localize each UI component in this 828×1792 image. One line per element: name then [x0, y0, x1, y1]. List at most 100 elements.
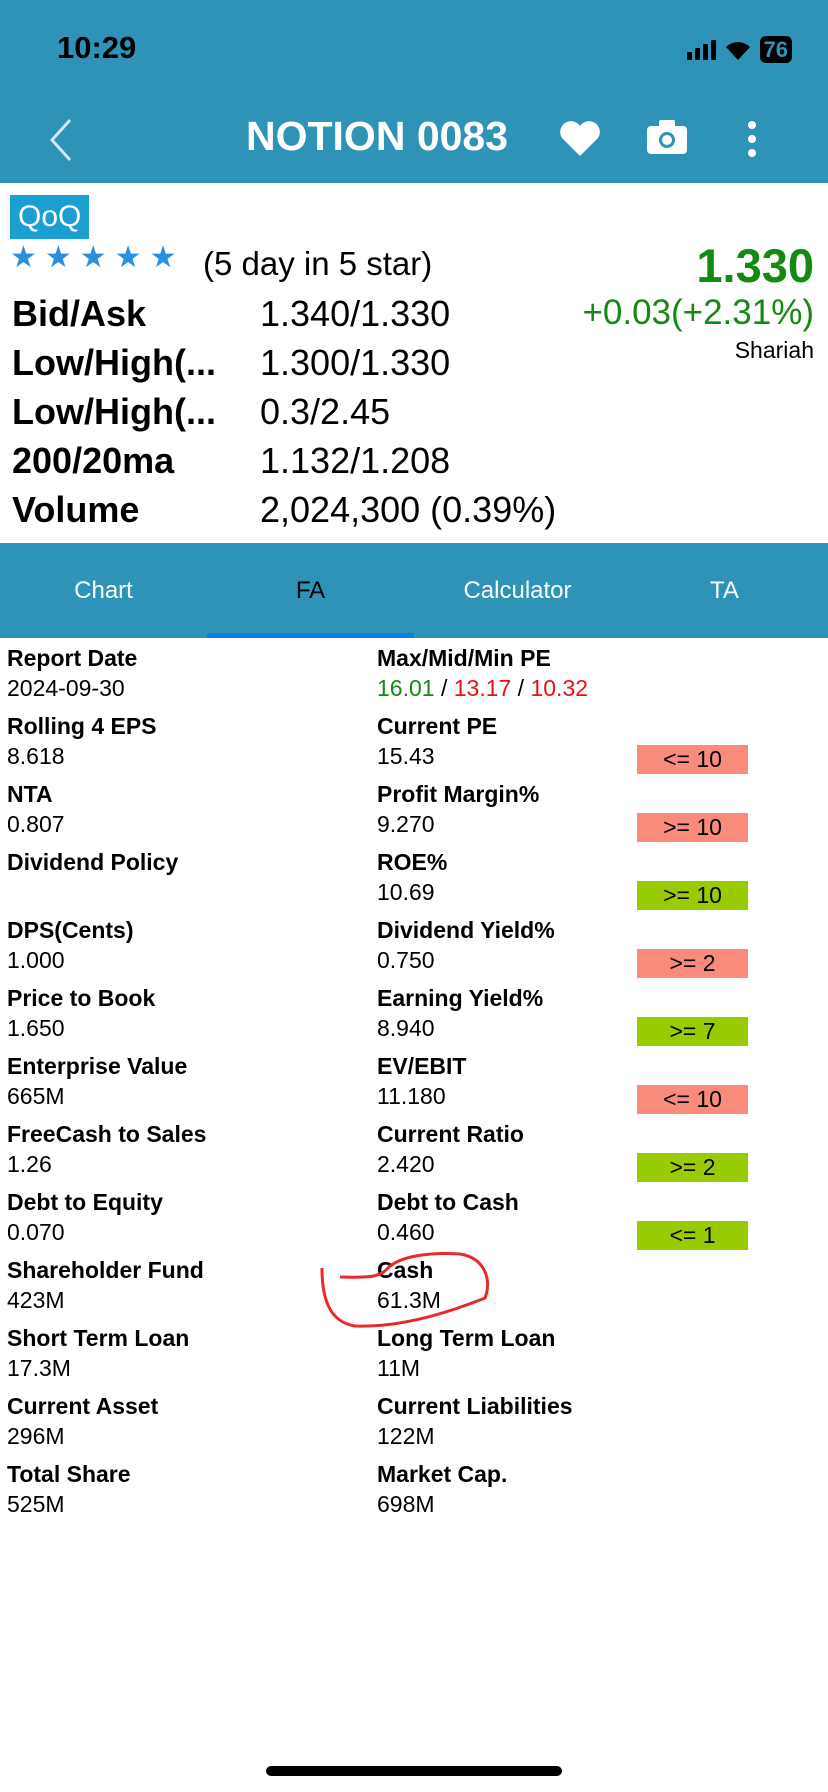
fa-value: 698M	[377, 1491, 435, 1517]
fa-cell: Debt to Equity 0.070	[7, 1189, 163, 1246]
fa-value: 17.3M	[7, 1355, 71, 1381]
pe-separator: /	[434, 675, 454, 701]
rating-text: (5 day in 5 star)	[203, 245, 433, 282]
fa-cell: Enterprise Value 665M	[7, 1053, 187, 1110]
fa-label: Current Ratio	[377, 1121, 524, 1147]
fa-cell: Rolling 4 EPS 8.618	[7, 713, 157, 770]
fa-label: Debt to Equity	[7, 1189, 163, 1215]
favorite-heart-icon[interactable]	[558, 118, 602, 158]
fa-label: NTA	[7, 781, 53, 807]
fa-cell: Long Term Loan 11M	[377, 1325, 555, 1382]
camera-icon[interactable]	[645, 118, 689, 156]
status-icons: 76	[686, 36, 792, 63]
quote-label: Volume	[12, 489, 140, 530]
fa-label: Market Cap.	[377, 1461, 508, 1487]
fa-value: 2.420	[377, 1151, 435, 1177]
fa-cell: Current Liabilities 122M	[377, 1393, 573, 1450]
fa-value: 0.460	[377, 1219, 435, 1245]
fa-label: Current PE	[377, 713, 498, 739]
fa-value: 296M	[7, 1423, 65, 1449]
fa-label: Current Asset	[7, 1393, 159, 1419]
fa-cell: Shareholder Fund 423M	[7, 1257, 204, 1314]
fa-cell: Price to Book 1.650	[7, 985, 155, 1042]
fa-label: Price to Book	[7, 985, 156, 1011]
fa-value: 8.618	[7, 743, 65, 769]
shariah-label: Shariah	[734, 337, 814, 363]
hand-drawn-circle-annotation	[320, 1252, 490, 1328]
fa-cell: Total Share 525M	[7, 1461, 131, 1518]
threshold-badge: >= 2	[637, 949, 748, 978]
quote-label: Bid/Ask	[12, 293, 147, 334]
fa-label: FreeCash to Sales	[7, 1121, 207, 1147]
fa-label: Earning Yield%	[377, 985, 544, 1011]
quote-value: 1.340/1.330	[260, 293, 451, 334]
pe-separator: /	[511, 675, 531, 701]
fa-cell: Current PE 15.43	[377, 713, 497, 770]
fa-value: 122M	[377, 1423, 435, 1449]
fa-cell: Profit Margin% 9.270	[377, 781, 539, 838]
fa-label: Total Share	[7, 1461, 131, 1487]
quote-value: 0.3/2.45	[260, 391, 391, 432]
pe-mid: 13.17	[453, 675, 512, 701]
pe-max: 16.01	[377, 675, 435, 701]
threshold-badge: <= 10	[637, 745, 748, 774]
fa-value: 1.26	[7, 1151, 52, 1177]
fa-value: 0.750	[377, 947, 435, 973]
fa-value: 11.180	[377, 1083, 446, 1109]
fa-cell: ROE% 10.69	[377, 849, 447, 906]
tab-chart[interactable]: Chart	[0, 543, 207, 638]
fa-value: 11M	[377, 1355, 421, 1381]
threshold-badge: <= 10	[637, 1085, 748, 1114]
rating-stars-icon: ★★★★★	[10, 241, 185, 274]
price-change: +0.03(+2.31%)	[582, 293, 814, 332]
tab-fa[interactable]: FA	[207, 543, 414, 638]
fa-cell: Short Term Loan 17.3M	[7, 1325, 189, 1382]
battery-icon: 76	[759, 36, 792, 63]
quote-label: 200/20ma	[12, 440, 175, 481]
fa-cell: DPS(Cents) 1.000	[7, 917, 134, 974]
fa-label: EV/EBIT	[377, 1053, 467, 1079]
tab-ta[interactable]: TA	[621, 543, 828, 638]
back-icon[interactable]	[48, 118, 74, 162]
fa-label: Shareholder Fund	[7, 1257, 204, 1283]
fa-value: 665M	[7, 1083, 65, 1109]
threshold-badge: >= 7	[637, 1017, 748, 1046]
tab-calculator[interactable]: Calculator	[414, 543, 621, 638]
qoq-badge[interactable]: QoQ	[10, 195, 90, 239]
wifi-icon	[725, 41, 750, 60]
quote-value: 1.300/1.330	[260, 342, 451, 383]
fa-cell: EV/EBIT 11.180	[377, 1053, 466, 1110]
fa-label: Dividend Yield%	[377, 917, 555, 943]
fa-label: DPS(Cents)	[7, 917, 134, 943]
fa-label: Short Term Loan	[7, 1325, 190, 1351]
quote-label: Low/High(...	[12, 391, 216, 432]
fa-cell: Dividend Policy	[7, 849, 178, 879]
last-price: 1.330	[696, 239, 814, 292]
status-time: 10:29	[57, 30, 137, 65]
fa-label: Report Date	[7, 645, 138, 671]
fa-value: 15.43	[377, 743, 435, 769]
signal-icon	[686, 39, 716, 60]
fa-label: Profit Margin%	[377, 781, 540, 807]
fa-value: 1.650	[7, 1015, 65, 1041]
threshold-badge: >= 10	[637, 881, 748, 910]
fa-value: 1.000	[7, 947, 65, 973]
quote-label: Low/High(...	[12, 342, 216, 383]
fa-cell: Market Cap. 698M	[377, 1461, 507, 1518]
pe-min: 10.32	[530, 675, 589, 701]
fa-value: 8.940	[377, 1015, 435, 1041]
fa-cell: Current Asset 296M	[7, 1393, 158, 1450]
page-title: NOTION 0083	[246, 113, 509, 159]
fa-label: Dividend Policy	[7, 849, 179, 875]
quote-value: 2,024,300 (0.39%)	[260, 489, 557, 530]
pe-range-cell: Max/Mid/Min PE 16.01 / 13.17 / 10.32	[377, 645, 588, 702]
fa-value: 9.270	[377, 811, 435, 837]
quote-value: 1.132/1.208	[260, 440, 451, 481]
fa-cell: Current Ratio 2.420	[377, 1121, 524, 1178]
fa-value: 525M	[7, 1491, 65, 1517]
threshold-badge: >= 10	[637, 813, 748, 842]
fa-cell: Dividend Yield% 0.750	[377, 917, 555, 974]
fa-cell: NTA 0.807	[7, 781, 65, 838]
more-options-icon[interactable]	[745, 120, 759, 158]
fa-cell: Earning Yield% 8.940	[377, 985, 543, 1042]
